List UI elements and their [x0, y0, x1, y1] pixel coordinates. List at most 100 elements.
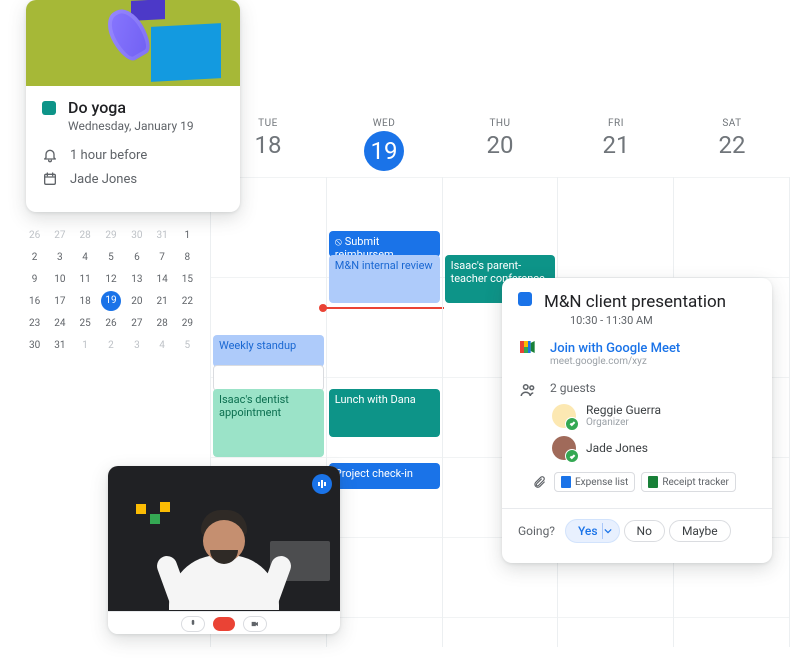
attachment-icon	[532, 474, 546, 490]
mini-cal-day[interactable]: 4	[72, 246, 97, 268]
calendar-event[interactable]: Isaac's dentist appointment	[213, 389, 324, 457]
mini-cal-day[interactable]: 31	[47, 334, 72, 356]
day-header[interactable]: WED19	[326, 118, 442, 177]
video-call-card[interactable]	[108, 466, 340, 634]
event-color-swatch	[518, 292, 532, 306]
mini-cal-day[interactable]: 1	[175, 224, 200, 246]
mini-cal-day[interactable]: 21	[150, 290, 175, 312]
mini-cal-day[interactable]: 24	[47, 312, 72, 334]
week-header: TUE18WED19THU20FRI21SAT22	[210, 118, 790, 177]
mini-cal-day[interactable]: 9	[22, 268, 47, 290]
event-panel-meeting[interactable]: M&N client presentation 10:30 - 11:30 AM…	[502, 278, 772, 563]
mini-cal-day[interactable]: 6	[124, 246, 149, 268]
day-column[interactable]: ⦸ Submit reimbursemM&N internal review Lu…	[326, 177, 442, 647]
file-icon	[648, 476, 658, 488]
event-date: Wednesday, January 19	[68, 119, 224, 133]
mini-cal-day[interactable]: 27	[47, 224, 72, 246]
mini-cal-day[interactable]: 23	[22, 312, 47, 334]
mini-cal-day[interactable]: 30	[124, 224, 149, 246]
attachment-chip[interactable]: Receipt tracker	[641, 472, 736, 492]
day-number: 21	[560, 131, 672, 159]
mini-cal-day[interactable]: 29	[175, 312, 200, 334]
day-header[interactable]: SAT 22	[674, 118, 790, 177]
mini-cal-day[interactable]: 18	[72, 290, 97, 312]
mini-cal-day[interactable]: 5	[175, 334, 200, 356]
calendar-event[interactable]: M&N internal review	[329, 255, 440, 303]
calendar-event[interactable]: Lunch with Dana	[329, 389, 440, 437]
mini-cal-day[interactable]: 4	[150, 334, 175, 356]
mini-cal-day[interactable]: 28	[72, 224, 97, 246]
camera-button[interactable]	[243, 616, 267, 632]
rsvp-maybe-button[interactable]: Maybe	[669, 520, 731, 542]
event-reminder: 1 hour before	[70, 148, 147, 163]
mini-cal-day[interactable]: 7	[150, 246, 175, 268]
day-of-week: WED	[328, 118, 440, 129]
hang-up-button[interactable]	[213, 617, 235, 631]
calendar-event[interactable]: Weekly standup	[213, 335, 324, 367]
event-color-swatch	[42, 101, 56, 115]
speaking-indicator-icon	[312, 474, 332, 494]
video-controls	[108, 611, 340, 634]
mini-cal-day[interactable]: 14	[150, 268, 175, 290]
mini-cal-day[interactable]: 26	[98, 312, 125, 334]
calendar-event[interactable]: ⦸ Submit reimbursem	[329, 231, 440, 257]
video-participant	[159, 490, 289, 610]
join-meet-link[interactable]: Join with Google Meet	[550, 341, 680, 356]
mini-cal-day[interactable]: 8	[175, 246, 200, 268]
rsvp-no-button[interactable]: No	[624, 520, 665, 542]
mini-cal-day[interactable]: 25	[72, 312, 97, 334]
mini-cal-day[interactable]: 10	[47, 268, 72, 290]
mini-cal-day[interactable]: 1	[72, 334, 97, 356]
mini-cal-day[interactable]: 12	[98, 268, 125, 290]
calendar-icon	[42, 171, 58, 187]
mini-cal-day[interactable]: 19	[98, 290, 125, 312]
rsvp-prompt: Going?	[518, 524, 555, 538]
mini-calendar[interactable]: 2627282930311234567891011121314151617181…	[22, 224, 200, 356]
mini-cal-day[interactable]: 27	[124, 312, 149, 334]
accepted-icon	[565, 449, 579, 463]
guest-row[interactable]: Reggie GuerraOrganizer	[518, 399, 756, 432]
attachment-chip[interactable]: Expense list	[554, 472, 635, 492]
mini-cal-day[interactable]: 2	[98, 334, 125, 356]
mini-cal-day[interactable]: 2	[22, 246, 47, 268]
guest-name: Reggie Guerra	[586, 403, 661, 417]
mute-button[interactable]	[181, 616, 205, 632]
mini-cal-day[interactable]: 22	[175, 290, 200, 312]
mini-cal-day[interactable]: 3	[124, 334, 149, 356]
day-number: 20	[444, 131, 556, 159]
mini-cal-day[interactable]: 13	[124, 268, 149, 290]
mini-cal-day[interactable]: 31	[150, 224, 175, 246]
mini-cal-day[interactable]: 30	[22, 334, 47, 356]
calendar-event[interactable]	[213, 365, 324, 391]
event-card-yoga[interactable]: Do yoga Wednesday, January 19 1 hour bef…	[26, 0, 240, 212]
rsvp-bar: Going? Yes No Maybe	[502, 508, 772, 553]
avatar	[552, 404, 576, 428]
mini-cal-day[interactable]: 5	[98, 246, 125, 268]
mini-cal-day[interactable]: 29	[98, 224, 125, 246]
mini-cal-day[interactable]: 15	[175, 268, 200, 290]
chevron-down-icon[interactable]	[602, 523, 613, 539]
calendar-event[interactable]: Project check-in	[329, 463, 440, 489]
bell-icon	[42, 147, 58, 163]
now-indicator	[321, 307, 444, 309]
mini-cal-day[interactable]: 26	[22, 224, 47, 246]
day-of-week: SAT	[676, 118, 788, 129]
mini-cal-day[interactable]: 20	[124, 290, 149, 312]
day-header[interactable]: THU 20	[442, 118, 558, 177]
mini-cal-day[interactable]: 28	[150, 312, 175, 334]
guests-summary: 2 guests	[550, 381, 596, 395]
people-icon	[518, 381, 538, 399]
day-number: 22	[676, 131, 788, 159]
day-header[interactable]: FRI21	[558, 118, 674, 177]
mini-cal-day[interactable]: 3	[47, 246, 72, 268]
guest-row[interactable]: Jade Jones	[518, 432, 756, 464]
day-of-week: THU	[444, 118, 556, 129]
guest-role: Organizer	[586, 417, 661, 428]
mini-cal-day[interactable]: 11	[72, 268, 97, 290]
event-creator: Jade Jones	[70, 172, 137, 187]
mini-cal-day[interactable]: 16	[22, 290, 47, 312]
rsvp-yes-button[interactable]: Yes	[565, 519, 620, 543]
mini-cal-day[interactable]: 17	[47, 290, 72, 312]
file-icon	[561, 476, 571, 488]
guest-name: Jade Jones	[586, 441, 648, 455]
